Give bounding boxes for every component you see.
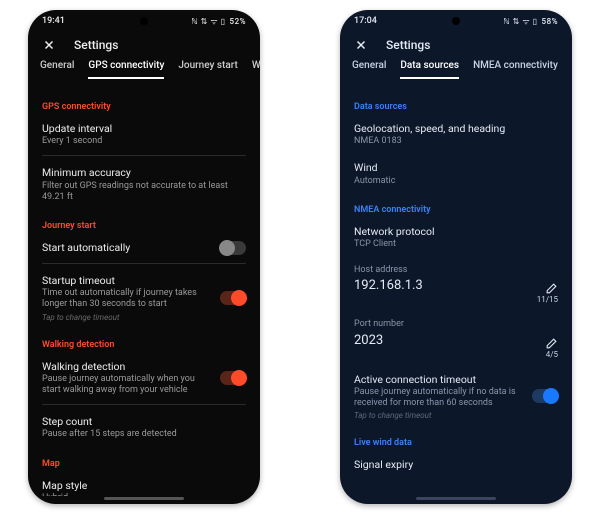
tabs: General Data sources NMEA connectivity L… (340, 56, 572, 79)
setting-wind[interactable]: Wind Automatic (354, 155, 558, 194)
setting-map-style[interactable]: Map style Hybrid (42, 473, 246, 496)
toggle-start-automatically[interactable] (220, 241, 246, 255)
section-header-gps: GPS connectivity (42, 102, 246, 112)
setting-minimum-accuracy[interactable]: Minimum accuracy Filter out GPS readings… (42, 155, 246, 211)
tab-journey-start[interactable]: Journey start (178, 60, 238, 79)
tab-walking-detection[interactable]: Walking d (252, 60, 260, 79)
port-number-value[interactable]: 2023 (354, 333, 383, 348)
tab-data-sources[interactable]: Data sources (400, 60, 459, 79)
setting-geolocation[interactable]: Geolocation, speed, and heading NMEA 018… (354, 116, 558, 155)
back-icon[interactable] (42, 38, 56, 52)
home-indicator[interactable] (416, 497, 496, 500)
setting-host-address[interactable]: Host address 192.168.1.3 11/15 (354, 258, 558, 312)
appbar-title: Settings (386, 38, 430, 52)
port-number-counter: 4/5 (354, 350, 558, 359)
tab-general[interactable]: General (40, 60, 74, 79)
setting-step-count[interactable]: Step count Pause after 15 steps are dete… (42, 404, 246, 448)
setting-walking-detection[interactable]: Walking detection Pause journey automati… (42, 354, 246, 405)
setting-update-interval[interactable]: Update interval Every 1 second (42, 116, 246, 155)
host-address-value[interactable]: 192.168.1.3 (354, 278, 423, 293)
status-indicators: ℕ ⇅ ᯤ ▯ 52% (191, 16, 246, 27)
section-header-data-sources: Data sources (354, 102, 558, 112)
setting-startup-timeout[interactable]: Startup timeout Time out automatically i… (42, 263, 246, 330)
setting-network-protocol[interactable]: Network protocol TCP Client (354, 219, 558, 258)
section-header-journey: Journey start (42, 221, 246, 231)
settings-scroll[interactable]: GPS connectivity Update interval Every 1… (28, 88, 260, 496)
host-address-counter: 11/15 (354, 295, 558, 304)
phone-right: 17:04 ℕ ⇅ ᯤ ▯ 58% Settings General Data … (340, 10, 572, 504)
app-bar: Settings (340, 32, 572, 56)
toggle-startup-timeout[interactable] (220, 291, 246, 305)
setting-signal-expiry[interactable]: Signal expiry (354, 452, 558, 479)
status-indicators: ℕ ⇅ ᯤ ▯ 58% (503, 16, 558, 27)
app-bar: Settings (28, 32, 260, 56)
home-indicator[interactable] (104, 497, 184, 500)
status-time: 17:04 (354, 16, 377, 26)
toggle-connection-timeout[interactable] (532, 389, 558, 403)
tabs: General GPS connectivity Journey start W… (28, 56, 260, 79)
tab-general[interactable]: General (352, 60, 386, 79)
settings-scroll[interactable]: Data sources Geolocation, speed, and hea… (340, 88, 572, 496)
section-header-walking: Walking detection (42, 340, 246, 350)
setting-start-automatically[interactable]: Start automatically (42, 235, 246, 263)
edit-icon[interactable] (545, 280, 558, 293)
toggle-walking-detection[interactable] (220, 371, 246, 385)
section-header-nmea: NMEA connectivity (354, 205, 558, 215)
edit-icon[interactable] (545, 335, 558, 348)
camera-hole (140, 17, 148, 25)
setting-active-connection-timeout[interactable]: Active connection timeout Pause journey … (354, 367, 558, 429)
tab-nmea-connectivity[interactable]: NMEA connectivity (473, 60, 558, 79)
status-time: 19:41 (42, 16, 65, 26)
camera-hole (452, 17, 460, 25)
phone-left: 19:41 ℕ ⇅ ᯤ ▯ 52% Settings General GPS c… (28, 10, 260, 504)
section-header-live-wind: Live wind data (354, 438, 558, 448)
setting-port-number[interactable]: Port number 2023 4/5 (354, 312, 558, 366)
section-header-map: Map (42, 459, 246, 469)
appbar-title: Settings (74, 38, 118, 52)
back-icon[interactable] (354, 38, 368, 52)
tab-gps-connectivity[interactable]: GPS connectivity (88, 60, 164, 79)
